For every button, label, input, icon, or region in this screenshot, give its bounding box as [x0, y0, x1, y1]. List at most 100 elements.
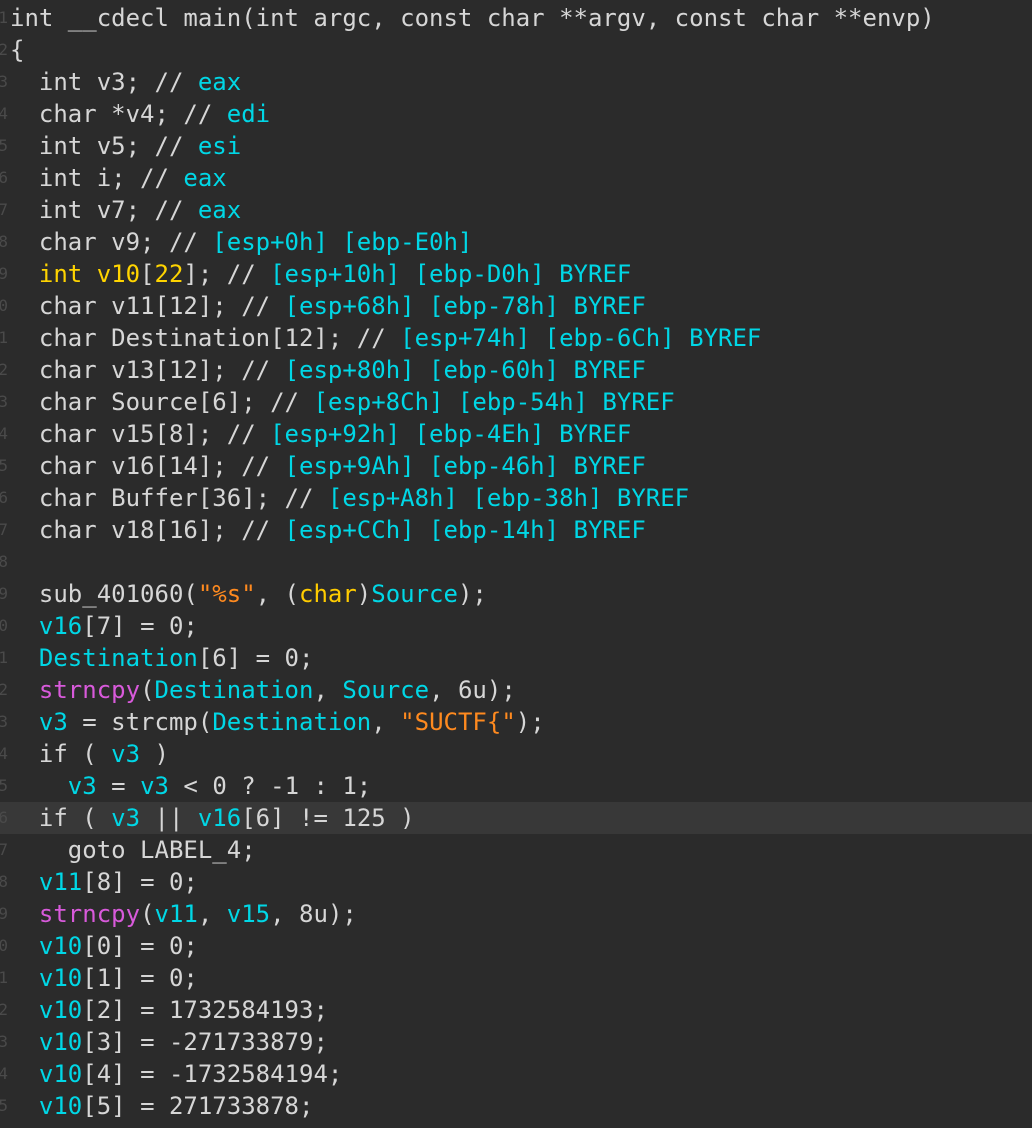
code-line[interactable]: 2{	[0, 34, 1032, 66]
code-line[interactable]: 20 v16[7] = 0;	[0, 610, 1032, 642]
code-text: if ( v3 )	[10, 738, 169, 770]
line-number: 19	[0, 584, 8, 603]
code-line[interactable]: 34 v10[4] = -1732584194;	[0, 1058, 1032, 1090]
code-token: if (	[10, 740, 112, 768]
code-line[interactable]: 21 Destination[6] = 0;	[0, 642, 1032, 674]
code-line[interactable]: 9 int v10[22]; // [esp+10h] [ebp-D0h] BY…	[0, 258, 1032, 290]
code-line[interactable]: 24 if ( v3 )	[0, 738, 1032, 770]
code-token: 22	[154, 260, 184, 288]
code-line[interactable]: 8 char v9; // [esp+0h] [ebp-E0h]	[0, 226, 1032, 258]
code-token[interactable]: v10	[39, 1092, 82, 1120]
code-token[interactable]: v10	[39, 932, 82, 960]
pseudocode-view[interactable]: 1 int __cdecl main(int argc, const char *…	[0, 2, 1032, 1122]
code-token: [esp+CCh] [ebp-14h] BYREF	[284, 516, 646, 544]
code-line[interactable]: 27 goto LABEL_4;	[0, 834, 1032, 866]
code-line[interactable]: 11 char Destination[12]; // [esp+74h] [e…	[0, 322, 1032, 354]
code-token[interactable]: v3	[140, 772, 169, 800]
line-number: 30	[0, 936, 8, 955]
code-token: int v3; //	[10, 68, 198, 96]
code-text: if ( v3 || v16[6] != 125 )	[10, 802, 415, 834]
code-line[interactable]: 4 char *v4; // edi	[0, 98, 1032, 130]
code-token: if (	[10, 804, 112, 832]
code-line[interactable]: 32 v10[2] = 1732584193;	[0, 994, 1032, 1026]
code-line[interactable]: 14 char v15[8]; // [esp+92h] [ebp-4Eh] B…	[0, 418, 1032, 450]
code-token[interactable]: v10	[39, 964, 82, 992]
code-line[interactable]: 17 char v18[16]; // [esp+CCh] [ebp-14h] …	[0, 514, 1032, 546]
code-token: , (	[255, 580, 299, 608]
code-token[interactable]: v11	[39, 868, 82, 896]
code-token: [7] = 0;	[82, 612, 198, 640]
code-text: char v18[16]; // [esp+CCh] [ebp-14h] BYR…	[10, 514, 646, 546]
code-line[interactable]: 3 int v3; // eax	[0, 66, 1032, 98]
code-line[interactable]: 35 v10[5] = 271733878;	[0, 1090, 1032, 1122]
code-line[interactable]: 30 v10[0] = 0;	[0, 930, 1032, 962]
code-token: char v11[12]; //	[10, 292, 285, 320]
code-line[interactable]: 25 v3 = v3 < 0 ? -1 : 1;	[0, 770, 1032, 802]
code-token[interactable]: Source	[342, 676, 429, 704]
code-text: strncpy(Destination, Source, 6u);	[10, 674, 516, 706]
code-text: v10[3] = -271733879;	[10, 1026, 328, 1058]
code-token[interactable]: strncpy	[39, 676, 140, 704]
code-token: )	[356, 580, 372, 608]
code-line[interactable]: 29 strncpy(v11, v15, 8u);	[0, 898, 1032, 930]
code-text: {	[10, 34, 24, 66]
code-line[interactable]: 10 char v11[12]; // [esp+68h] [ebp-78h] …	[0, 290, 1032, 322]
code-text: int v7; // eax	[10, 194, 241, 226]
line-number: 28	[0, 872, 8, 891]
code-line[interactable]: 12 char v13[12]; // [esp+80h] [ebp-60h] …	[0, 354, 1032, 386]
code-token[interactable]: v3	[111, 740, 140, 768]
code-token: int v7; //	[10, 196, 198, 224]
code-line[interactable]: 16 char Buffer[36]; // [esp+A8h] [ebp-38…	[0, 482, 1032, 514]
code-line[interactable]: 33 v10[3] = -271733879;	[0, 1026, 1032, 1058]
code-line[interactable]: 6 int i; // eax	[0, 162, 1032, 194]
code-line[interactable]: 13 char Source[6]; // [esp+8Ch] [ebp-54h…	[0, 386, 1032, 418]
code-text: char *v4; // edi	[10, 98, 270, 130]
line-number: 8	[0, 232, 8, 251]
code-token: char v15[8]; //	[10, 420, 271, 448]
code-token: "SUCTF{"	[400, 708, 516, 736]
code-line[interactable]: 18	[0, 546, 1032, 578]
code-token[interactable]: v3	[111, 804, 140, 832]
code-token: char	[299, 580, 357, 608]
code-token: char v9; //	[10, 228, 213, 256]
code-line[interactable]: 1 int __cdecl main(int argc, const char *…	[0, 2, 1032, 34]
code-line[interactable]: 19 sub_401060("%s", (char)Source);	[0, 578, 1032, 610]
code-token[interactable]: v16	[198, 804, 241, 832]
code-token[interactable]: Source	[371, 580, 458, 608]
code-token[interactable]: Destination	[212, 708, 371, 736]
code-text: int v5; // esi	[10, 130, 241, 162]
code-token[interactable]: v3	[68, 772, 97, 800]
code-token[interactable]: v10	[39, 1060, 82, 1088]
code-token[interactable]: v15	[227, 900, 270, 928]
code-token: [esp+80h] [ebp-60h] BYREF	[284, 356, 646, 384]
code-token[interactable]: v11	[155, 900, 198, 928]
code-token: [esp+10h] [ebp-D0h] BYREF	[270, 260, 632, 288]
code-token[interactable]: v16	[39, 612, 82, 640]
code-token: [6] = 0;	[197, 644, 314, 672]
line-number: 17	[0, 520, 8, 539]
code-line[interactable]: 23 v3 = strcmp(Destination, "SUCTF{");	[0, 706, 1032, 738]
code-token[interactable]: v10	[39, 1028, 82, 1056]
code-line[interactable]: 28 v11[8] = 0;	[0, 866, 1032, 898]
code-token[interactable]: Destination	[39, 644, 198, 672]
code-token: )	[140, 740, 169, 768]
code-line[interactable]: 22 strncpy(Destination, Source, 6u);	[0, 674, 1032, 706]
code-line[interactable]: 7 int v7; // eax	[0, 194, 1032, 226]
code-line[interactable]: 31 v10[1] = 0;	[0, 962, 1032, 994]
code-token: [5] = 271733878;	[82, 1092, 314, 1120]
code-token[interactable]: v10	[39, 996, 82, 1024]
code-line-current[interactable]: 26 if ( v3 || v16[6] != 125 )	[0, 802, 1032, 834]
code-token: sub_401060(	[10, 580, 198, 608]
code-line[interactable]: 15 char v16[14]; // [esp+9Ah] [ebp-46h] …	[0, 450, 1032, 482]
code-token[interactable]: Destination	[155, 676, 314, 704]
code-token[interactable]: v3	[39, 708, 68, 736]
code-token: "%s"	[197, 580, 256, 608]
code-text: v10[1] = 0;	[10, 962, 198, 994]
code-token[interactable]: strncpy	[39, 900, 140, 928]
code-line[interactable]: 5 int v5; // esi	[0, 130, 1032, 162]
